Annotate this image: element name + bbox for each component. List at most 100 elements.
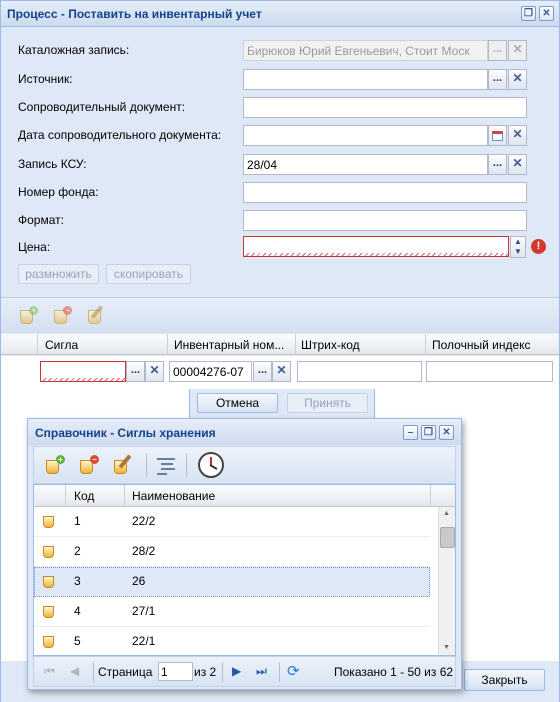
sigla-icon [43,546,54,558]
delete-record-icon[interactable]: − [51,304,73,326]
catalog-clear-icon: ✕ [508,40,527,61]
catalog-field: Бирюков Юрий Евгеньевич, Стоит Моск [243,40,488,61]
row-editor-buttons: Отмена Принять [189,389,375,421]
row-code: 3 [74,574,81,588]
accomp-date-field[interactable] [243,125,488,146]
dialog-grid: Код Наименование 1 22/2 2 28/2 3 26 4 27… [33,484,456,656]
process-form: Каталожная запись: Бирюков Юрий Евгеньев… [1,28,559,296]
list-item[interactable]: 1 22/2 [34,507,430,537]
column-shelf[interactable]: Полочный индекс [432,338,531,352]
last-page-icon[interactable]: ⏭ [256,664,267,679]
source-browse-button[interactable]: ... [488,69,507,90]
price-spinner[interactable]: ▲ ▼ [510,236,526,258]
source-clear-icon[interactable]: ✕ [508,69,527,90]
scrollbar-thumb[interactable] [440,527,455,548]
sigla-icon [43,516,54,528]
inventory-input[interactable]: 00004276-07 [169,361,252,382]
accomp-date-clear-icon[interactable]: ✕ [508,125,527,146]
minimize-icon[interactable]: – [403,425,418,440]
row-name: 22/2 [132,514,156,528]
sigla-browse-button[interactable]: ... [126,361,145,382]
close-button[interactable]: Закрыть [464,669,545,691]
scroll-down-icon[interactable]: ▼ [443,644,450,651]
source-field[interactable] [243,69,488,90]
cancel-button[interactable]: Отмена [197,393,278,413]
price-field[interactable] [243,236,509,257]
paging-summary: Показано 1 - 50 из 62 [334,665,454,679]
page-input[interactable]: 1 [158,662,193,681]
sigla-icon [43,606,54,618]
pager: ⏮ ◀ Страница 1 из 2 ▶ ⏭ ⟳ Показано 1 - 5… [33,656,456,687]
row-name: 22/1 [132,634,156,648]
window-title: Процесс - Поставить на инвентарный учет [7,7,262,21]
multiply-button[interactable]: размножить [18,264,99,284]
maximize-icon[interactable]: ❐ [421,425,436,440]
ksu-label: Запись КСУ: [18,157,87,171]
add-record-icon[interactable]: + [17,304,39,326]
prev-page-icon[interactable]: ◀ [70,664,79,678]
grid-toolbar: + − [1,297,559,333]
add-record-icon[interactable]: + [44,454,66,476]
list-item-selected[interactable]: 3 26 [34,567,430,597]
list-item[interactable]: 4 27/1 [34,597,430,627]
ksu-field[interactable]: 28/04 [243,154,488,175]
dialog-grid-header: Код Наименование [34,485,455,507]
format-label: Формат: [18,213,64,227]
sigla-icon [43,636,54,648]
close-icon[interactable]: ✕ [439,425,454,440]
dialog-header: Справочник - Сиглы хранения – ❐ ✕ [28,419,461,445]
scrollbar[interactable]: ▲ ▼ [438,507,455,655]
close-icon[interactable]: ✕ [539,6,554,21]
clock-icon[interactable] [198,452,224,478]
scroll-up-icon[interactable]: ▲ [443,510,450,517]
ksu-browse-button[interactable]: ... [488,154,507,175]
inventory-browse-button[interactable]: ... [253,361,272,382]
calendar-icon[interactable] [488,125,507,146]
row-code: 5 [74,634,81,648]
dialog-title: Справочник - Сиглы хранения [35,426,216,440]
next-page-icon[interactable]: ▶ [232,664,241,678]
copy-button[interactable]: скопировать [106,264,191,284]
maximize-icon[interactable]: ❐ [521,6,536,21]
row-name: 27/1 [132,604,156,618]
row-code: 2 [74,544,81,558]
error-icon: ! [531,239,546,254]
edit-record-icon[interactable] [112,454,134,476]
page-count: из 2 [194,665,217,679]
accomp-date-label: Дата сопроводительного документа: [18,128,222,142]
catalog-browse-button: ... [488,40,507,61]
delete-record-icon[interactable]: − [78,454,100,476]
column-code[interactable]: Код [74,489,94,503]
barcode-input[interactable] [297,361,422,382]
format-field[interactable] [243,210,527,231]
row-code: 1 [74,514,81,528]
row-name: 28/2 [132,544,156,558]
shelf-input[interactable] [426,361,553,382]
accomp-doc-field[interactable] [243,97,527,118]
refresh-icon[interactable]: ⟳ [287,662,300,680]
page-label: Страница [98,665,153,679]
column-sigla[interactable]: Сигла [45,338,78,352]
column-name[interactable]: Наименование [132,489,215,503]
source-label: Источник: [18,72,73,86]
table-row-editor: ... ✕ 00004276-07 ... ✕ [1,356,559,386]
list-item[interactable]: 5 22/1 [34,627,430,655]
sigla-icon [43,576,54,588]
fund-label: Номер фонда: [18,185,99,199]
grid-header: Сигла Инвентарный ном... Штрих-код Полоч… [1,334,559,355]
list-item[interactable]: 2 28/2 [34,537,430,567]
first-page-icon[interactable]: ⏮ [44,664,55,679]
column-barcode[interactable]: Штрих-код [301,338,360,352]
accept-button[interactable]: Принять [287,393,368,413]
ksu-clear-icon[interactable]: ✕ [508,154,527,175]
price-label: Цена: [18,240,51,254]
catalog-label: Каталожная запись: [18,43,130,57]
column-inventory[interactable]: Инвентарный ном... [174,338,284,352]
sigla-input[interactable] [40,361,126,382]
inventory-clear-icon[interactable]: ✕ [272,361,291,382]
sigla-clear-icon[interactable]: ✕ [145,361,164,382]
columns-icon[interactable] [155,455,177,477]
sigla-reference-dialog: Справочник - Сиглы хранения – ❐ ✕ + − Ко… [27,418,462,690]
fund-field[interactable] [243,182,527,203]
edit-record-icon[interactable] [85,304,107,326]
